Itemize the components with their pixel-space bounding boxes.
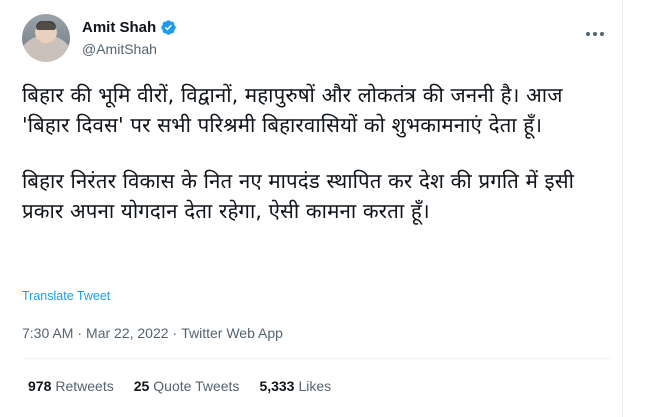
quote-tweets-count: 25 xyxy=(133,378,150,394)
avatar[interactable] xyxy=(22,14,70,62)
card-border xyxy=(622,0,623,417)
author-name[interactable]: Amit Shah xyxy=(82,19,156,36)
tweet-source[interactable]: Twitter Web App xyxy=(181,325,283,341)
tweet-text: बिहार की भूमि वीरों, विद्वानों, महापुरुष… xyxy=(22,80,612,226)
tweet-header: Amit Shah @AmitShah xyxy=(22,12,612,64)
tweet-time[interactable]: 7:30 AM xyxy=(22,325,73,341)
tweet-paragraph-2: बिहार निरंतर विकास के नित नए मापदंड स्था… xyxy=(22,169,574,223)
author-name-row[interactable]: Amit Shah xyxy=(82,19,177,36)
tweet-metadata: 7:30 AM · Mar 22, 2022 · Twitter Web App xyxy=(22,325,283,341)
retweets-stat[interactable]: 978 Retweets xyxy=(28,378,114,394)
meta-separator: · xyxy=(172,325,178,341)
author-handle[interactable]: @AmitShah xyxy=(82,41,157,57)
retweets-count: 978 xyxy=(28,378,52,394)
tweet-card: Amit Shah @AmitShah बिहार की भूमि वीरों,… xyxy=(0,0,622,417)
verified-badge-icon xyxy=(161,20,176,35)
meta-separator: · xyxy=(77,325,83,341)
likes-label: Likes xyxy=(298,378,332,394)
likes-stat[interactable]: 5,333 Likes xyxy=(259,378,331,394)
quote-tweets-label: Quote Tweets xyxy=(153,378,240,394)
retweets-label: Retweets xyxy=(55,378,114,394)
more-horizontal-icon[interactable] xyxy=(578,24,612,44)
likes-count: 5,333 xyxy=(259,378,295,394)
translate-tweet-link[interactable]: Translate Tweet xyxy=(22,289,110,303)
quote-tweets-stat[interactable]: 25 Quote Tweets xyxy=(134,378,240,394)
divider xyxy=(22,358,612,359)
tweet-paragraph-1: बिहार की भूमि वीरों, विद्वानों, महापुरुष… xyxy=(22,83,563,137)
tweet-stats: 978 Retweets 25 Quote Tweets 5,333 Likes xyxy=(28,378,331,394)
tweet-date[interactable]: Mar 22, 2022 xyxy=(86,325,169,341)
